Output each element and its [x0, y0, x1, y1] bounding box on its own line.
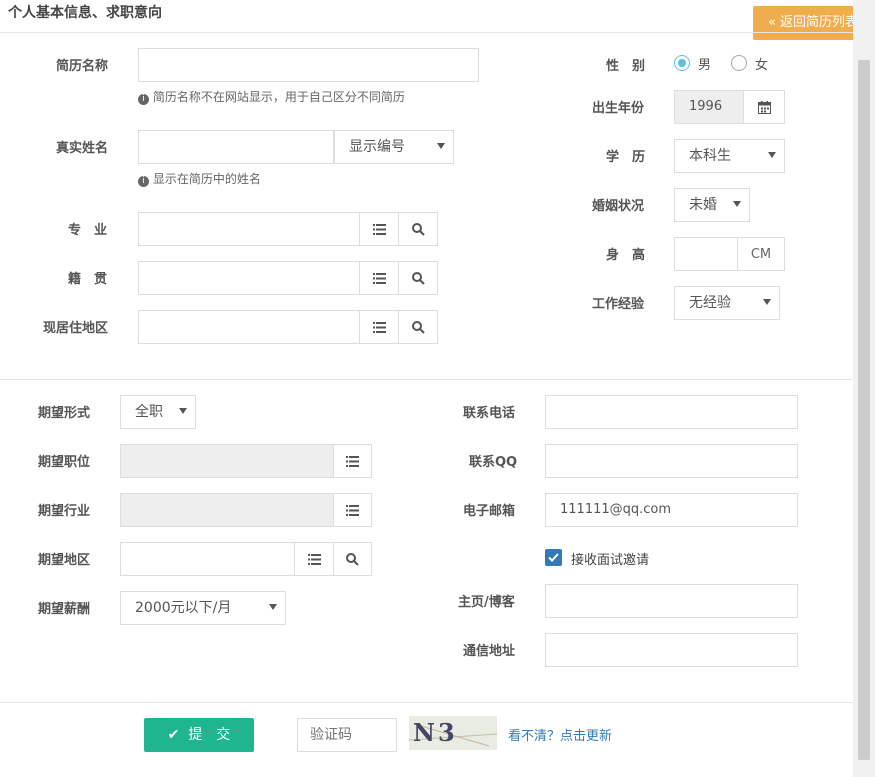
real-name-label: 真实姓名 — [56, 141, 109, 156]
check-icon: ✔ — [167, 727, 180, 743]
search-icon — [411, 222, 425, 236]
info-icon: i — [138, 94, 149, 105]
major-list-button[interactable] — [359, 212, 399, 246]
captcha-input[interactable] — [297, 718, 397, 752]
list-icon — [346, 455, 359, 467]
search-icon — [411, 320, 425, 334]
list-icon — [372, 272, 386, 284]
scrollbar-thumb — [858, 60, 870, 760]
real-name-input[interactable] — [138, 130, 334, 164]
native-place-list-button[interactable] — [359, 261, 399, 295]
homepage-label: 主页/博客 — [458, 595, 515, 610]
gender-male-label: 男 — [698, 58, 712, 73]
experience-label: 工作经验 — [592, 297, 645, 312]
residence-input[interactable] — [138, 310, 360, 344]
caret-down-icon — [768, 152, 776, 158]
caret-down-icon — [763, 299, 771, 305]
birth-year-input[interactable]: 1996 — [674, 90, 744, 124]
calendar-button[interactable] — [743, 90, 785, 124]
experience-select[interactable]: 无经验 — [674, 286, 780, 320]
footer-divider — [0, 702, 853, 703]
marital-label: 婚姻状况 — [592, 199, 645, 214]
major-input[interactable] — [138, 212, 360, 246]
caret-down-icon — [179, 408, 187, 414]
residence-search-button[interactable] — [398, 310, 438, 344]
job-position-list-button[interactable] — [333, 444, 372, 478]
phone-input[interactable] — [545, 395, 798, 429]
name-display-select[interactable]: 显示编号 — [334, 130, 454, 164]
caret-down-icon — [733, 201, 741, 207]
interview-checkbox[interactable] — [545, 549, 562, 566]
region-search-button[interactable] — [333, 542, 372, 576]
header-divider — [0, 32, 853, 33]
address-input[interactable] — [545, 633, 798, 667]
marital-select[interactable]: 未婚 — [674, 188, 750, 222]
email-label: 电子邮箱 — [463, 504, 516, 519]
education-label: 学 历 — [606, 150, 646, 165]
list-icon — [372, 223, 386, 235]
residence-label: 现居住地区 — [43, 321, 109, 336]
email-input[interactable]: 111111@qq.com — [545, 493, 798, 527]
birth-year-label: 出生年份 — [592, 101, 645, 116]
native-place-label: 籍 贯 — [68, 272, 108, 287]
submit-label: 提 交 — [188, 727, 231, 743]
major-search-button[interactable] — [398, 212, 438, 246]
job-type-label: 期望形式 — [38, 406, 91, 421]
job-position-input[interactable] — [120, 444, 334, 478]
height-unit: CM — [737, 237, 785, 271]
job-position-label: 期望职位 — [38, 455, 91, 470]
job-type-select[interactable]: 全职 — [120, 395, 196, 429]
refresh-captcha-link[interactable]: 看不清？点击更新 — [508, 725, 612, 744]
search-icon — [346, 552, 359, 566]
search-icon — [411, 271, 425, 285]
resume-name-label: 简历名称 — [56, 59, 109, 74]
real-name-help: i 显示在简历中的姓名 — [138, 170, 261, 187]
list-icon — [307, 553, 321, 565]
gender-male-radio[interactable] — [674, 55, 690, 71]
gender-female-label: 女 — [755, 58, 769, 73]
residence-list-button[interactable] — [359, 310, 399, 344]
info-icon: i — [138, 176, 149, 187]
region-label: 期望地区 — [38, 553, 91, 568]
interview-label: 接收面试邀请 — [571, 553, 650, 568]
section-divider — [0, 379, 853, 380]
caret-down-icon — [269, 604, 277, 610]
phone-label: 联系电话 — [463, 406, 516, 421]
native-place-search-button[interactable] — [398, 261, 438, 295]
education-select[interactable]: 本科生 — [674, 139, 785, 173]
check-icon — [548, 553, 559, 562]
list-icon — [346, 504, 359, 516]
salary-label: 期望薪酬 — [38, 602, 91, 617]
back-button-label: 返回简历列表 — [780, 15, 859, 30]
height-input[interactable] — [674, 237, 738, 271]
region-list-button[interactable] — [294, 542, 334, 576]
list-icon — [372, 321, 386, 333]
salary-select[interactable]: 2000元以下/月 — [120, 591, 286, 625]
captcha-image[interactable]: N3 dC — [409, 716, 497, 750]
page-title: 个人基本信息、求职意向 — [8, 5, 162, 21]
address-label: 通信地址 — [463, 644, 516, 659]
resume-name-input[interactable] — [138, 48, 479, 82]
double-chevron-left-icon: « — [767, 15, 776, 30]
native-place-input[interactable] — [138, 261, 360, 295]
region-input[interactable] — [120, 542, 295, 576]
industry-input[interactable] — [120, 493, 334, 527]
gender-female-radio[interactable] — [731, 55, 747, 71]
qq-label: 联系QQ — [469, 455, 518, 470]
submit-button[interactable]: ✔ 提 交 — [144, 718, 254, 752]
major-label: 专 业 — [68, 223, 108, 238]
calendar-icon — [757, 100, 771, 114]
resume-name-help: i 简历名称不在网站显示，用于自己区分不同简历 — [138, 88, 405, 105]
gender-label: 性 别 — [606, 59, 646, 74]
homepage-input[interactable] — [545, 584, 798, 618]
industry-label: 期望行业 — [38, 504, 91, 519]
industry-list-button[interactable] — [333, 493, 372, 527]
scrollbar[interactable] — [853, 0, 875, 777]
caret-down-icon — [437, 143, 445, 149]
height-label: 身 高 — [606, 248, 646, 263]
qq-input[interactable] — [545, 444, 798, 478]
